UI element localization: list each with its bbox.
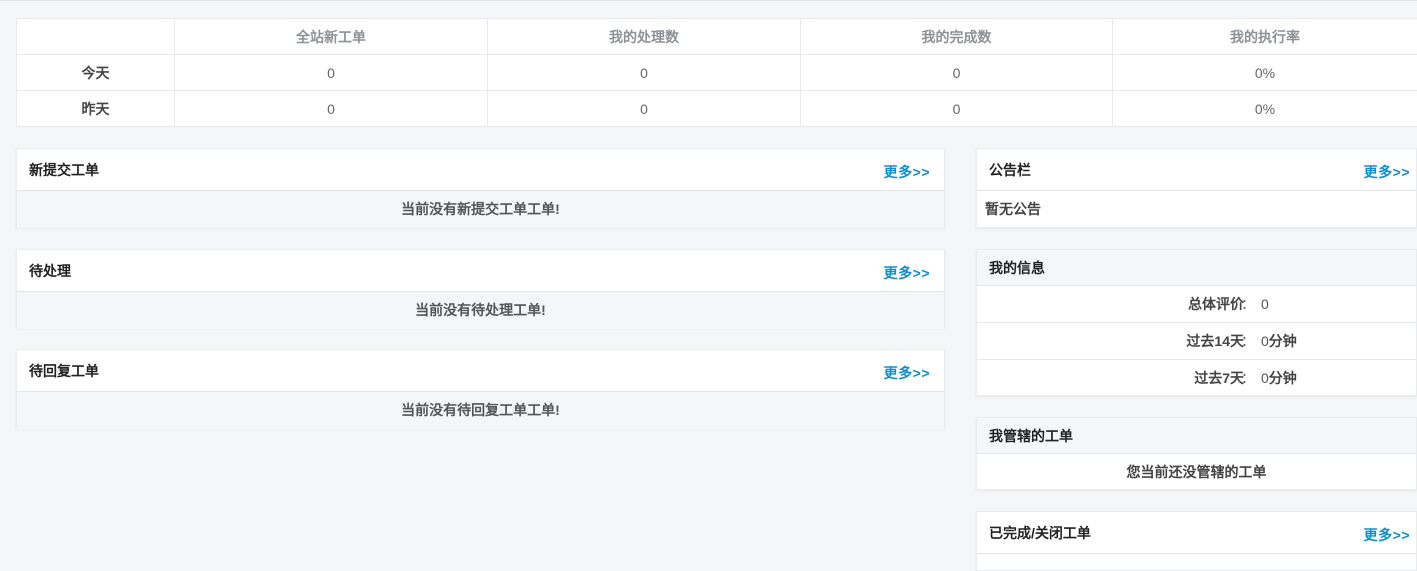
panel-header: 待回复工单 更多>> xyxy=(17,350,944,392)
info-label: 过去14天 xyxy=(1186,323,1244,359)
info-value-number: 0 xyxy=(1261,370,1269,386)
completed-tickets-panel: 已完成/关闭工单 更多>> xyxy=(976,511,1417,571)
info-value-unit: 分钟 xyxy=(1269,333,1297,349)
stats-cell: 0 xyxy=(801,91,1113,127)
stats-row-today: 今天 0 0 0 0% xyxy=(17,55,1417,91)
info-row-14-days: 过去14天 ： 0分钟 xyxy=(977,323,1416,360)
panel-header: 我的信息 xyxy=(977,250,1416,286)
stats-header-cell xyxy=(17,19,175,55)
bulletin-body: 暂无公告 xyxy=(977,191,1416,228)
stats-cell: 0% xyxy=(1113,91,1417,127)
empty-message: 当前没有新提交工单工单! xyxy=(17,191,944,228)
completed-more-link[interactable]: 更多>> xyxy=(1364,512,1410,558)
info-value-number: 0 xyxy=(1261,296,1269,312)
stats-cell: 0% xyxy=(1113,55,1417,91)
info-value: 0分钟 xyxy=(1261,360,1297,396)
panel-title: 我的信息 xyxy=(989,250,1045,286)
pending-panel: 待处理 更多>> 当前没有待处理工单! xyxy=(16,249,945,328)
panel-header: 已完成/关闭工单 更多>> xyxy=(977,512,1416,554)
info-label: 过去7天 xyxy=(1194,360,1244,396)
info-value: 0分钟 xyxy=(1261,323,1297,359)
stats-cell: 0 xyxy=(175,91,488,127)
empty-message: 当前没有待处理工单! xyxy=(17,292,944,329)
panel-title: 公告栏 xyxy=(989,149,1031,191)
stats-cell: 0 xyxy=(488,55,801,91)
panel-header: 我管辖的工单 xyxy=(977,418,1416,454)
info-row-7-days: 过去7天 ： 0分钟 xyxy=(977,360,1416,397)
panel-header: 待处理 更多>> xyxy=(17,250,944,292)
panel-header: 新提交工单 更多>> xyxy=(17,149,944,191)
stats-header-cell: 全站新工单 xyxy=(175,19,488,55)
my-info-panel: 我的信息 总体评价 ： 0 过去14天 ： 0分钟 过去7天 ： 0分钟 xyxy=(976,249,1417,396)
managed-empty-message: 您当前还没管辖的工单 xyxy=(977,454,1416,490)
info-separator: ： xyxy=(1241,323,1255,359)
info-value: 0 xyxy=(1261,286,1269,322)
stats-header-cell: 我的执行率 xyxy=(1113,19,1417,55)
stats-header-cell: 我的完成数 xyxy=(801,19,1113,55)
pending-more-link[interactable]: 更多>> xyxy=(884,250,930,296)
panel-title: 待处理 xyxy=(29,250,71,292)
info-row-overall: 总体评价 ： 0 xyxy=(977,286,1416,323)
panel-title: 新提交工单 xyxy=(29,149,99,191)
awaiting-reply-more-link[interactable]: 更多>> xyxy=(884,350,930,396)
stats-row-label: 昨天 xyxy=(17,91,175,127)
managed-tickets-panel: 我管辖的工单 您当前还没管辖的工单 xyxy=(976,417,1417,490)
info-separator: ： xyxy=(1241,286,1255,322)
top-divider xyxy=(0,0,1417,1)
info-value-unit: 分钟 xyxy=(1269,370,1297,386)
stats-row-label: 今天 xyxy=(17,55,175,91)
stats-cell: 0 xyxy=(801,55,1113,91)
stats-table: 全站新工单 我的处理数 我的完成数 我的执行率 今天 0 0 0 0% 昨天 0… xyxy=(16,18,1417,127)
info-label: 总体评价 xyxy=(1188,286,1244,322)
new-tickets-panel: 新提交工单 更多>> 当前没有新提交工单工单! xyxy=(16,148,945,228)
stats-header-row: 全站新工单 我的处理数 我的完成数 我的执行率 xyxy=(17,19,1417,55)
stats-header-cell: 我的处理数 xyxy=(488,19,801,55)
panel-title: 待回复工单 xyxy=(29,350,99,392)
stats-row-yesterday: 昨天 0 0 0 0% xyxy=(17,91,1417,127)
awaiting-reply-panel: 待回复工单 更多>> 当前没有待回复工单工单! xyxy=(16,349,945,428)
new-tickets-more-link[interactable]: 更多>> xyxy=(884,149,930,195)
info-separator: ： xyxy=(1241,360,1255,396)
empty-message: 当前没有待回复工单工单! xyxy=(17,392,944,429)
bulletin-panel: 公告栏 更多>> 暂无公告 xyxy=(976,148,1417,228)
panel-title: 我管辖的工单 xyxy=(989,418,1073,454)
stats-cell: 0 xyxy=(488,91,801,127)
info-value-number: 0 xyxy=(1261,333,1269,349)
stats-cell: 0 xyxy=(175,55,488,91)
panel-header: 公告栏 更多>> xyxy=(977,149,1416,191)
panel-title: 已完成/关闭工单 xyxy=(989,512,1091,554)
bulletin-more-link[interactable]: 更多>> xyxy=(1364,149,1410,195)
